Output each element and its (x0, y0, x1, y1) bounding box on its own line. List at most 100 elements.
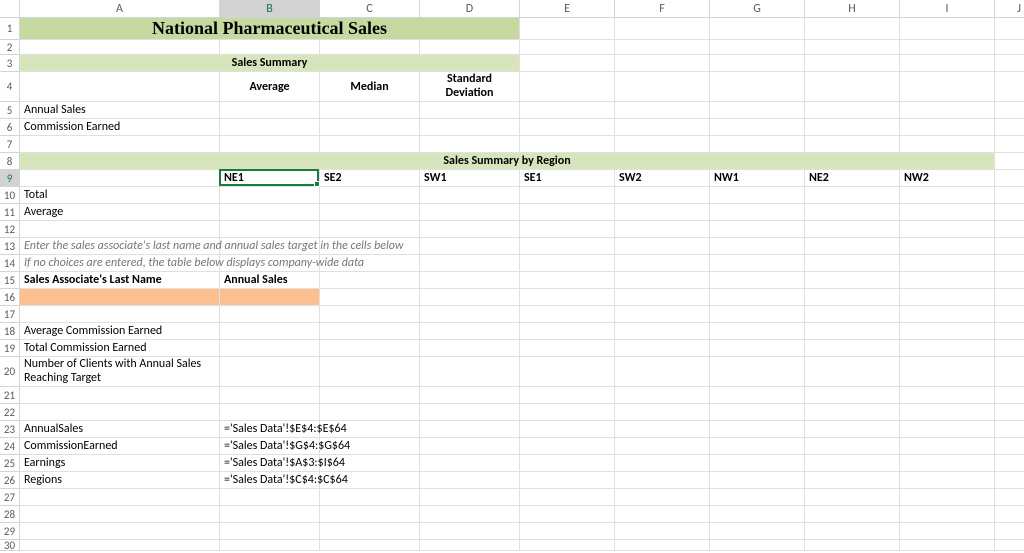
cell-C27[interactable] (320, 489, 420, 506)
cell-I29[interactable] (900, 523, 995, 540)
cell-C10[interactable] (320, 187, 420, 204)
cell-H6[interactable] (805, 119, 900, 136)
cell-I11[interactable] (900, 204, 995, 221)
row-header-7[interactable]: 7 (0, 136, 20, 153)
cell-associate-input[interactable] (20, 289, 220, 306)
cell-H17[interactable] (805, 306, 900, 323)
cell-D25[interactable] (420, 455, 520, 472)
cell-H28[interactable] (805, 506, 900, 523)
cell-I19[interactable] (900, 340, 995, 357)
cell-G24[interactable] (710, 438, 805, 455)
cell-A21[interactable] (20, 387, 220, 404)
cell-total-label[interactable]: Total (20, 187, 220, 204)
cell-F12[interactable] (615, 221, 710, 238)
cell-E26[interactable] (520, 472, 615, 489)
row-header-28[interactable]: 28 (0, 506, 20, 523)
cell-E16[interactable] (520, 289, 615, 306)
cell-F28[interactable] (615, 506, 710, 523)
cell-I16[interactable] (900, 289, 995, 306)
cell-J20[interactable] (995, 357, 1024, 387)
cell-G5[interactable] (710, 102, 805, 119)
col-header-D[interactable]: D (420, 0, 520, 18)
row-header-24[interactable]: 24 (0, 438, 20, 455)
cell-G11[interactable] (710, 204, 805, 221)
cell-I4[interactable] (900, 72, 995, 102)
cell-sales-summary-header[interactable]: Sales Summary (20, 55, 520, 72)
cell-I24[interactable] (900, 438, 995, 455)
cell-average-label[interactable]: Average (20, 204, 220, 221)
cell-E29[interactable] (520, 523, 615, 540)
cell-H5[interactable] (805, 102, 900, 119)
cell-header-average[interactable]: Average (220, 72, 320, 102)
cell-named-range-2-name[interactable]: CommissionEarned (20, 438, 220, 455)
row-header-10[interactable]: 10 (0, 187, 20, 204)
row-header-25[interactable]: 25 (0, 455, 20, 472)
cell-I18[interactable] (900, 323, 995, 340)
cell-F24[interactable] (615, 438, 710, 455)
row-header-30[interactable]: 30 (0, 540, 20, 551)
row-header-29[interactable]: 29 (0, 523, 20, 540)
cell-G30[interactable] (710, 540, 805, 551)
cell-G15[interactable] (710, 272, 805, 289)
cell-H27[interactable] (805, 489, 900, 506)
cell-annual-sales-input[interactable] (220, 289, 320, 306)
cell-I17[interactable] (900, 306, 995, 323)
cell-region-H9[interactable]: NE2 (805, 170, 900, 187)
cell-B20[interactable] (220, 357, 320, 387)
cell-G13[interactable] (710, 238, 805, 255)
cell-B30[interactable] (220, 540, 320, 551)
cell-C18[interactable] (320, 323, 420, 340)
cell-I27[interactable] (900, 489, 995, 506)
cell-H23[interactable] (805, 421, 900, 438)
cell-H7[interactable] (805, 136, 900, 153)
cell-E4[interactable] (520, 72, 615, 102)
cell-A22[interactable] (20, 404, 220, 421)
cell-B12[interactable] (220, 221, 320, 238)
cell-H4[interactable] (805, 72, 900, 102)
cell-F18[interactable] (615, 323, 710, 340)
cell-J12[interactable] (995, 221, 1024, 238)
cell-G20[interactable] (710, 357, 805, 387)
cell-region-D9[interactable]: SW1 (420, 170, 520, 187)
row-header-23[interactable]: 23 (0, 421, 20, 438)
cell-D10[interactable] (420, 187, 520, 204)
cell-D5[interactable] (420, 102, 520, 119)
cell-J14[interactable] (995, 255, 1024, 272)
cell-E21[interactable] (520, 387, 615, 404)
cell-note-1[interactable]: Enter the sales associate's last name an… (20, 238, 220, 255)
cell-I23[interactable] (900, 421, 995, 438)
col-header-F[interactable]: F (615, 0, 710, 18)
cell-G28[interactable] (710, 506, 805, 523)
row-header-4[interactable]: 4 (0, 72, 20, 102)
cell-F4[interactable] (615, 72, 710, 102)
col-header-G[interactable]: G (710, 0, 805, 18)
cell-B11[interactable] (220, 204, 320, 221)
cell-F19[interactable] (615, 340, 710, 357)
cell-I13[interactable] (900, 238, 995, 255)
cell-D27[interactable] (420, 489, 520, 506)
cell-commission-earned-label[interactable]: Commission Earned (20, 119, 220, 136)
cell-D2[interactable] (420, 40, 520, 55)
cell-I12[interactable] (900, 221, 995, 238)
cell-J24[interactable] (995, 438, 1024, 455)
cell-B17[interactable] (220, 306, 320, 323)
cell-named-range-2-formula[interactable]: ='Sales Data'!$G$4:$G$64 (220, 438, 320, 455)
cell-G27[interactable] (710, 489, 805, 506)
cell-D18[interactable] (420, 323, 520, 340)
cell-C28[interactable] (320, 506, 420, 523)
cell-C11[interactable] (320, 204, 420, 221)
cell-F14[interactable] (615, 255, 710, 272)
cell-F27[interactable] (615, 489, 710, 506)
cell-I14[interactable] (900, 255, 995, 272)
cell-A12[interactable] (20, 221, 220, 238)
cell-H22[interactable] (805, 404, 900, 421)
cell-named-range-1-formula[interactable]: ='Sales Data'!$E$4:$E$64 (220, 421, 320, 438)
cell-G14[interactable] (710, 255, 805, 272)
cell-B19[interactable] (220, 340, 320, 357)
cell-F21[interactable] (615, 387, 710, 404)
cell-E5[interactable] (520, 102, 615, 119)
cell-E7[interactable] (520, 136, 615, 153)
cell-J29[interactable] (995, 523, 1024, 540)
row-header-9[interactable]: 9 (0, 170, 20, 187)
cell-F15[interactable] (615, 272, 710, 289)
